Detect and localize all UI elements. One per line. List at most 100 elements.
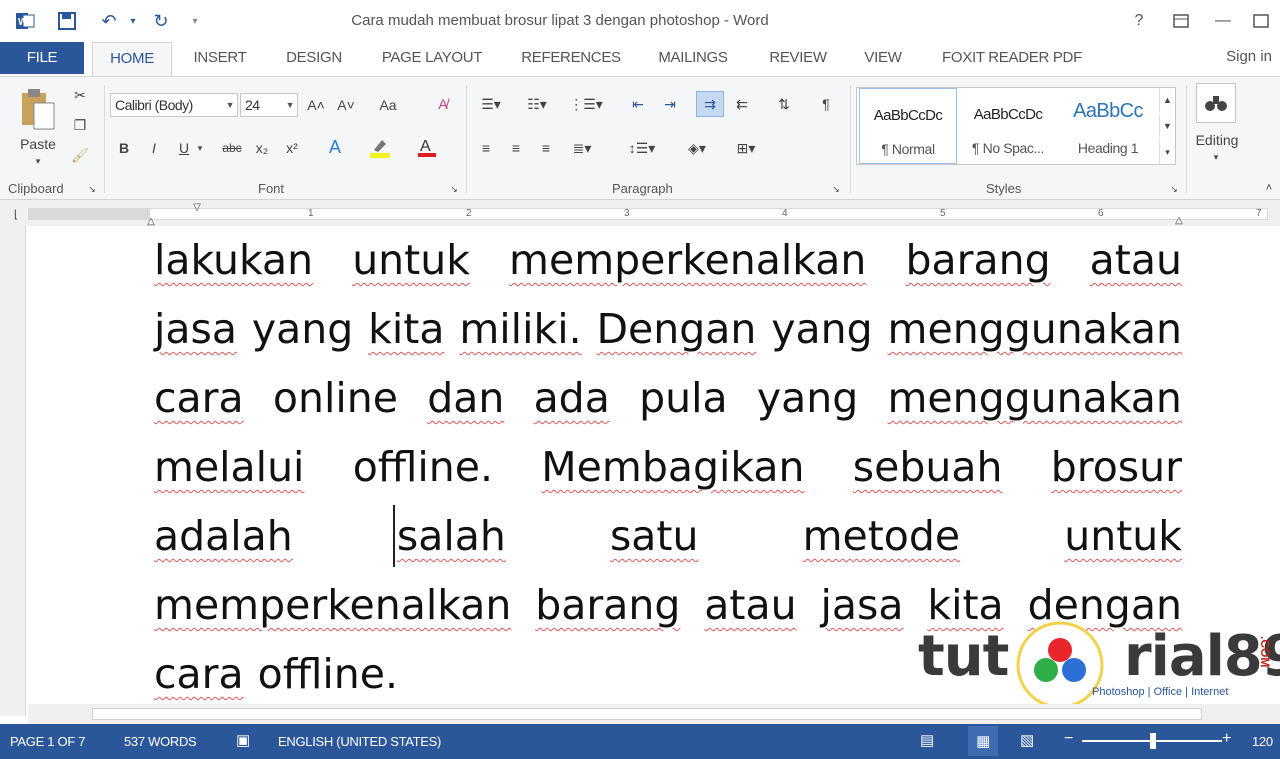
right-indent-marker[interactable]: △ [1172,214,1186,226]
editing-button[interactable]: Editing [1186,131,1248,149]
highlight-color-icon[interactable] [366,135,394,159]
language-indicator[interactable]: ENGLISH (UNITED STATES) [278,734,441,749]
binoculars-icon[interactable] [1196,83,1236,123]
style-no-spacing[interactable]: AaBbCcDc ¶ No Spac... [959,88,1057,164]
paragraph-launcher-icon[interactable]: ↘ [830,183,842,195]
logo-com: .COM [1258,636,1272,668]
borders-icon[interactable]: ⊞▾ [726,137,766,159]
line-spacing-icon[interactable]: ↕☰▾ [622,137,662,159]
paste-button-label[interactable]: Paste [10,135,66,153]
rtl-direction-icon[interactable]: ⇇ [730,93,754,115]
read-mode-icon[interactable]: ▤ [920,731,934,749]
font-size-select[interactable]: 24 ▼ [240,93,298,117]
tab-review[interactable]: REVIEW [760,42,836,76]
superscript-button[interactable]: x² [280,137,304,159]
maximize-icon[interactable] [1246,8,1276,34]
paste-icon[interactable] [14,85,62,135]
clear-formatting-icon[interactable]: A̸ [430,93,456,115]
font-family-value: Calibri (Body) [115,97,193,113]
align-right-icon[interactable]: ≡ [534,137,558,159]
style-name: ¶ Normal [881,141,935,157]
font-launcher-icon[interactable]: ↘ [448,183,460,195]
grow-font-button[interactable]: A˄ [304,95,328,115]
word: yang [251,305,354,353]
editing-dropdown-icon[interactable]: ▾ [1210,151,1222,163]
zoom-slider-thumb[interactable] [1150,733,1156,749]
tab-home[interactable]: HOME [92,42,172,77]
word: untuk [352,236,470,284]
tab-mailings[interactable]: MAILINGS [646,42,740,76]
increase-indent-icon[interactable]: ⇥ [658,93,682,115]
ltr-direction-icon[interactable]: ⇉ [696,91,724,117]
tab-references[interactable]: REFERENCES [514,42,628,76]
font-color-icon[interactable]: A [414,135,440,159]
styles-group-label: Styles [986,181,1022,196]
ribbon-display-icon[interactable] [1166,8,1196,34]
underline-dropdown-icon[interactable]: ▾ [194,139,206,157]
strikethrough-button[interactable]: abc [218,137,246,159]
styles-scroll-up-icon[interactable]: ▲ [1159,88,1175,112]
subscript-button[interactable]: x₂ [250,137,274,159]
word: sebuah [852,443,1003,491]
align-center-icon[interactable]: ≡ [504,137,528,159]
sort-icon[interactable]: ⇅ [772,93,796,115]
multilevel-list-icon[interactable]: ⋮☰▾ [566,93,606,115]
italic-button[interactable]: I [144,137,164,159]
tab-file[interactable]: FILE [0,42,84,74]
format-painter-icon[interactable]: 🖌 [70,145,90,165]
minimize-button[interactable]: — [1208,8,1238,34]
bold-button[interactable]: B [114,137,134,159]
tab-foxit-reader-pdf[interactable]: FOXIT READER PDF [932,42,1092,76]
zoom-in-button[interactable]: + [1222,730,1231,748]
justify-icon[interactable]: ≣▾ [564,137,600,159]
print-layout-icon[interactable]: ▦ [968,726,998,756]
tab-design[interactable]: DESIGN [276,42,352,76]
vertical-ruler[interactable] [0,226,26,716]
horizontal-scrollbar[interactable] [28,704,1280,724]
copy-icon[interactable]: ❐ [70,115,90,135]
page-count[interactable]: PAGE 1 OF 7 [10,734,86,749]
font-size-value: 24 [245,97,260,113]
text-effects-icon[interactable]: A [322,135,348,159]
shading-icon[interactable]: ◈▾ [680,137,714,159]
paste-dropdown-icon[interactable]: ▾ [30,155,46,167]
tab-page-layout[interactable]: PAGE LAYOUT [372,42,492,76]
bullets-icon[interactable]: ☰▾ [474,93,508,115]
style-heading-1[interactable]: AaBbCc Heading 1 [1059,88,1157,164]
help-button[interactable]: ? [1124,8,1154,34]
shrink-font-button[interactable]: A˅ [334,95,358,115]
proofing-icon[interactable]: ▣ [236,731,250,749]
numbering-icon[interactable]: ☷▾ [520,93,554,115]
styles-more-icon[interactable]: ▾ [1159,140,1175,164]
word: melalui [154,443,305,491]
word-count[interactable]: 537 WORDS [124,734,197,749]
web-layout-icon[interactable]: ▧ [1020,731,1034,749]
style-normal[interactable]: AaBbCcDc ¶ Normal [859,88,957,164]
change-case-button[interactable]: Aa [372,95,404,115]
zoom-out-button[interactable]: − [1064,730,1073,748]
horizontal-ruler[interactable]: ⌊ 1 2 3 4 5 6 7 ▽ △ △ [0,200,1280,227]
clipboard-launcher-icon[interactable]: ↘ [86,183,98,195]
left-indent-marker[interactable]: △ [144,216,158,227]
decrease-indent-icon[interactable]: ⇤ [626,93,650,115]
sign-in-link[interactable]: Sign in [1226,48,1272,65]
word: brosur [1050,443,1182,491]
cut-icon[interactable]: ✂ [70,85,90,105]
underline-button[interactable]: U [174,137,194,159]
word: jasa [820,581,904,629]
show-marks-button[interactable]: ¶ [814,93,838,115]
styles-launcher-icon[interactable]: ↘ [1168,183,1180,195]
collapse-ribbon-icon[interactable]: ˄ [1262,181,1276,195]
align-left-icon[interactable]: ≡ [474,137,498,159]
tab-view[interactable]: VIEW [854,42,912,76]
doc-line: jasa yang kita miliki. Dengan yang mengg… [154,305,1182,353]
styles-scroll-down-icon[interactable]: ▼ [1159,114,1175,138]
tab-insert[interactable]: INSERT [182,42,258,76]
tab-selector-icon[interactable]: ⌊ [8,206,24,222]
logo-text-left: tut [918,624,1009,689]
first-line-indent-marker[interactable]: ▽ [190,202,204,213]
font-family-select[interactable]: Calibri (Body) ▼ [110,93,238,117]
scrollbar-thumb[interactable] [92,708,1202,720]
zoom-level[interactable]: 120 [1252,734,1273,749]
word: salah [396,512,506,560]
